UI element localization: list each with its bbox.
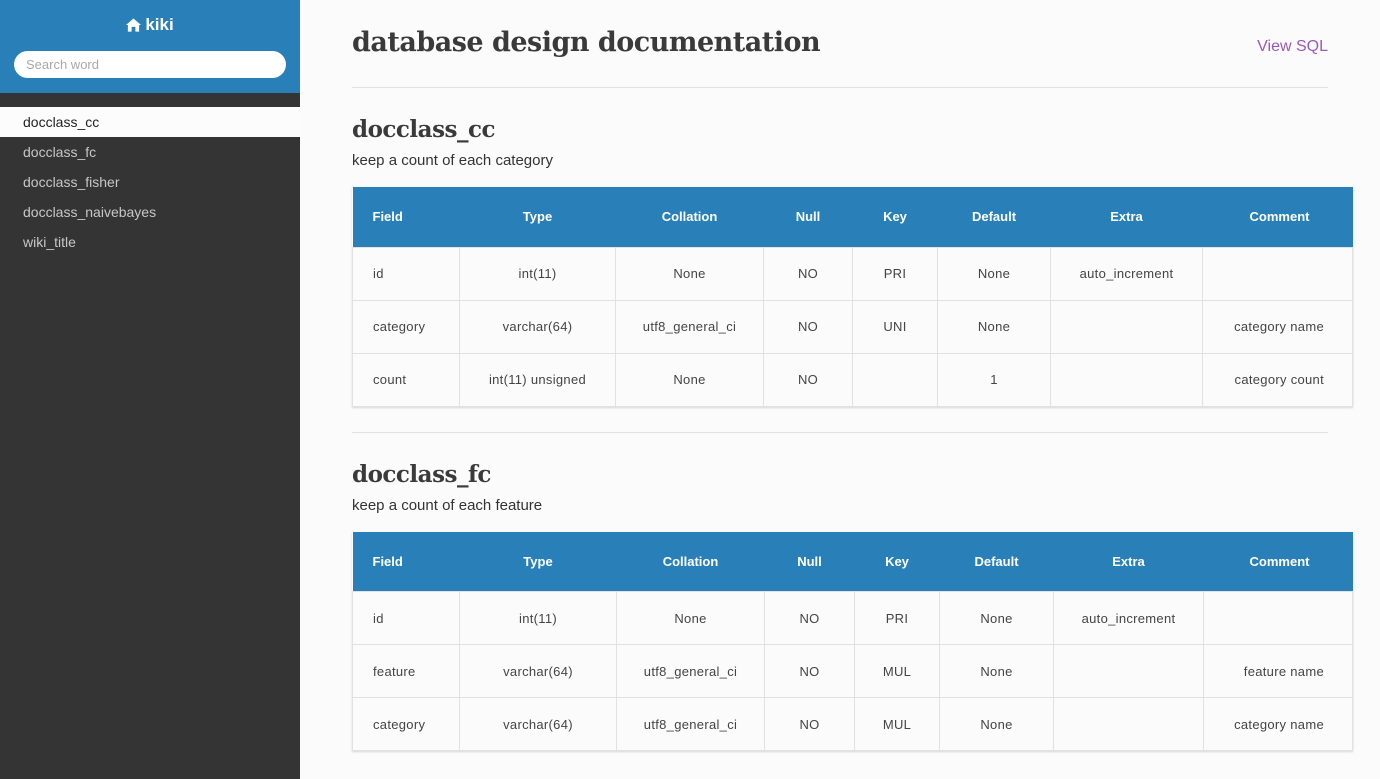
table-cell: None xyxy=(939,644,1054,698)
table-cell: varchar(64) xyxy=(459,644,617,698)
column-header: Collation xyxy=(662,553,719,569)
column-header: Extra xyxy=(1112,553,1145,569)
column-header: Default xyxy=(971,209,1017,225)
page-title: database design documentation xyxy=(352,27,821,58)
table-cell: None xyxy=(939,697,1054,751)
table-cell: int(11) xyxy=(459,246,616,301)
table-section-docclass-cc: docclass_cc keep a count of each categor… xyxy=(352,88,1353,407)
table-cell xyxy=(1202,246,1353,301)
table-cell: auto_increment xyxy=(1053,591,1204,645)
table-cell: category name xyxy=(1203,697,1353,751)
table-row: id int(11) None NO PRI None auto_increme… xyxy=(352,246,1353,301)
table-cell xyxy=(1203,591,1353,645)
table-header-row: Field Type Collation Null Key Default Ex… xyxy=(352,531,1353,592)
table-cell: utf8_general_ci xyxy=(615,299,764,354)
table-section-docclass-fc: docclass_fc keep a count of each feature… xyxy=(352,431,1353,751)
sidebar-header: kiki xyxy=(0,0,300,93)
table-cell: NO xyxy=(764,644,855,698)
table-cell: category name xyxy=(1202,299,1353,354)
table-row: feature varchar(64) utf8_general_ci NO M… xyxy=(352,644,1353,698)
table-cell: UNI xyxy=(852,299,938,354)
table-row: category varchar(64) utf8_general_ci NO … xyxy=(352,299,1353,354)
sidebar-item-wiki-title[interactable]: wiki_title xyxy=(0,227,300,257)
column-header: Field xyxy=(372,553,403,569)
table-cell: MUL xyxy=(854,644,940,698)
fields-table: Field Type Collation Null Key Default Ex… xyxy=(352,187,1353,407)
table-cell: NO xyxy=(763,246,853,301)
sidebar-item-docclass-fisher[interactable]: docclass_fisher xyxy=(0,167,300,197)
column-header: Null xyxy=(797,553,822,569)
table-cell: int(11) unsigned xyxy=(459,352,616,407)
table-cell: NO xyxy=(763,352,853,407)
column-header: Type xyxy=(523,553,553,569)
sidebar: kiki docclass_cc docclass_fc docclass_fi… xyxy=(0,0,300,779)
table-row: id int(11) None NO PRI None auto_increme… xyxy=(352,591,1353,645)
brand-link[interactable]: kiki xyxy=(0,14,300,36)
sidebar-item-docclass-cc[interactable]: docclass_cc xyxy=(0,107,300,137)
table-cell: None xyxy=(937,246,1051,301)
table-title: docclass_fc xyxy=(352,460,491,488)
table-cell xyxy=(1053,697,1204,751)
table-cell: category xyxy=(352,697,460,751)
table-cell: count xyxy=(352,352,460,407)
column-header: Type xyxy=(522,209,553,225)
column-header: Default xyxy=(974,553,1019,569)
column-header: Key xyxy=(883,209,907,225)
table-cell: PRI xyxy=(852,246,938,301)
fields-table: Field Type Collation Null Key Default Ex… xyxy=(352,531,1353,751)
table-cell: utf8_general_ci xyxy=(616,644,765,698)
table-title: docclass_cc xyxy=(352,116,495,143)
table-cell: PRI xyxy=(854,591,940,645)
table-cell: utf8_general_ci xyxy=(616,697,765,751)
main-content: database design documentation View SQL d… xyxy=(352,0,1353,751)
table-row: count int(11) unsigned None NO 1 categor… xyxy=(352,352,1353,407)
table-cell: category xyxy=(352,299,460,354)
table-description: keep a count of each category xyxy=(352,152,553,169)
table-cell: auto_increment xyxy=(1050,246,1203,301)
table-cell xyxy=(1050,352,1203,407)
table-cell: None xyxy=(615,352,764,407)
table-cell: varchar(64) xyxy=(459,299,616,354)
table-cell: 1 xyxy=(937,352,1051,407)
table-header-row: Field Type Collation Null Key Default Ex… xyxy=(352,187,1353,247)
table-cell: MUL xyxy=(854,697,940,751)
column-header: Field xyxy=(372,209,403,225)
table-cell xyxy=(852,352,938,407)
table-cell: id xyxy=(352,591,460,645)
sidebar-nav: docclass_cc docclass_fc docclass_fisher … xyxy=(0,93,300,257)
column-header: Null xyxy=(795,209,821,225)
table-row: category varchar(64) utf8_general_ci NO … xyxy=(352,697,1353,751)
table-cell: NO xyxy=(764,697,855,751)
search-input[interactable] xyxy=(14,51,286,78)
table-cell: varchar(64) xyxy=(459,697,617,751)
table-cell: NO xyxy=(763,299,853,354)
table-cell: feature name xyxy=(1203,644,1353,698)
sidebar-item-docclass-naivebayes[interactable]: docclass_naivebayes xyxy=(0,197,300,227)
table-description: keep a count of each feature xyxy=(352,496,543,514)
table-cell: None xyxy=(616,591,765,645)
column-header: Comment xyxy=(1249,209,1310,225)
brand-name: kiki xyxy=(145,15,174,34)
table-cell: None xyxy=(615,246,764,301)
table-cell xyxy=(1050,299,1203,354)
column-header: Collation xyxy=(661,209,718,225)
view-sql-link[interactable]: View SQL xyxy=(1257,38,1328,56)
column-header: Key xyxy=(885,553,909,569)
table-cell: category count xyxy=(1202,352,1353,407)
table-cell: None xyxy=(939,591,1054,645)
column-header: Comment xyxy=(1249,553,1310,569)
table-cell: feature xyxy=(352,644,460,698)
table-cell: None xyxy=(937,299,1051,354)
home-icon xyxy=(126,18,142,32)
table-cell: id xyxy=(352,246,460,301)
page-header: database design documentation View SQL xyxy=(352,0,1328,88)
table-cell: NO xyxy=(764,591,855,645)
sidebar-item-docclass-fc[interactable]: docclass_fc xyxy=(0,137,300,167)
table-cell: int(11) xyxy=(459,591,617,645)
column-header: Extra xyxy=(1110,209,1143,225)
table-cell xyxy=(1053,644,1204,698)
